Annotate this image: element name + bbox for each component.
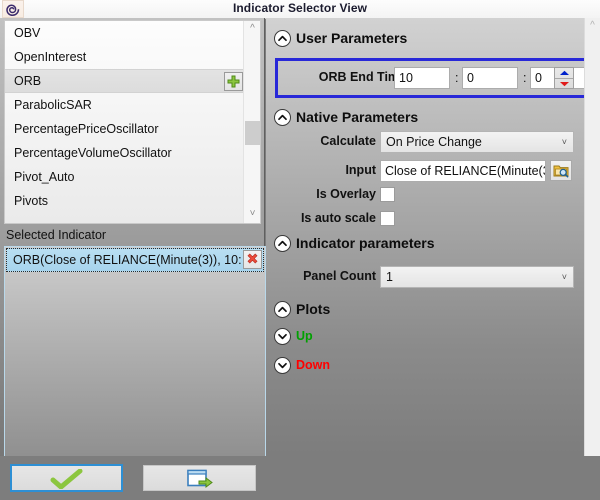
ok-button[interactable]: [10, 464, 123, 492]
list-item[interactable]: PercentageVolumeOscillator: [5, 141, 244, 165]
browse-input-button[interactable]: [550, 160, 572, 181]
plot-item-down[interactable]: Down: [274, 355, 330, 375]
input-label: Input: [345, 163, 376, 177]
calculate-dropdown[interactable]: On Price Change ˅: [380, 131, 574, 153]
chevron-up-circle-icon[interactable]: [274, 300, 291, 318]
is-auto-scale-checkbox[interactable]: [380, 211, 395, 226]
add-indicator-button[interactable]: [224, 72, 243, 91]
spinner-up-icon[interactable]: [555, 68, 573, 78]
list-item[interactable]: OBV: [5, 21, 244, 45]
red-x-icon: [247, 253, 258, 264]
chevron-down-icon: ˅: [561, 137, 567, 147]
indicator-list-rows: OBV OpenInterest ORB ParabolicSAR Percen…: [5, 21, 244, 213]
orb-time-separator-2: :: [523, 71, 527, 85]
orb-end-time-spinner[interactable]: [554, 67, 574, 89]
right-panel: User Parameters ORB End Time 10 : 0 : 0 …: [266, 18, 600, 500]
section-title: Indicator parameters: [296, 235, 435, 251]
left-panel: OBV OpenInterest ORB ParabolicSAR Percen…: [0, 18, 266, 500]
remove-indicator-button[interactable]: [243, 250, 262, 269]
list-item-label: OpenInterest: [14, 50, 87, 64]
input-field[interactable]: Close of RELIANCE(Minute(3)): [380, 160, 546, 182]
list-item-orb[interactable]: ORB: [5, 69, 244, 93]
chevron-down-icon: ˅: [561, 272, 567, 282]
selected-indicator-list[interactable]: ORB(Close of RELIANCE(Minute(3)), 10:00:…: [4, 246, 266, 470]
page-title: Indicator Selector View: [232, 1, 368, 15]
list-item-label: PercentageVolumeOscillator: [14, 146, 172, 160]
scroll-up-arrow-icon[interactable]: ^: [244, 21, 260, 38]
spinner-down-icon[interactable]: [555, 79, 573, 89]
plot-label-up: Up: [296, 329, 313, 343]
list-item[interactable]: PercentagePriceOscillator: [5, 117, 244, 141]
section-title: Native Parameters: [296, 109, 419, 125]
plot-item-up[interactable]: Up: [274, 326, 313, 346]
export-button[interactable]: [143, 465, 256, 491]
bottom-button-bar: [0, 456, 600, 500]
list-item-label: ORB: [14, 74, 42, 88]
selected-indicator-text: ORB(Close of RELIANCE(Minute(3)), 10:00:…: [13, 253, 241, 267]
calculate-value: On Price Change: [386, 135, 482, 149]
list-item[interactable]: OpenInterest: [5, 45, 244, 69]
list-item-label: PercentagePriceOscillator: [14, 122, 159, 136]
green-check-icon: [50, 469, 82, 489]
selected-indicator-item[interactable]: ORB(Close of RELIANCE(Minute(3)), 10:00:…: [6, 248, 264, 272]
list-item-label: Pivot_Auto: [14, 170, 75, 184]
list-item[interactable]: Pivots: [5, 189, 244, 213]
list-item-label: OBV: [14, 26, 41, 40]
window-export-icon: [186, 469, 213, 488]
chevron-down-circle-icon[interactable]: [274, 356, 291, 374]
is-auto-scale-label: Is auto scale: [300, 211, 376, 225]
calculate-label: Calculate: [320, 134, 376, 148]
indicator-list[interactable]: OBV OpenInterest ORB ParabolicSAR Percen…: [4, 20, 261, 224]
section-indicator-parameters-header[interactable]: Indicator parameters: [274, 233, 435, 253]
panel-count-value: 1: [386, 270, 393, 284]
panel-count-dropdown[interactable]: 1 ˅: [380, 266, 574, 288]
selected-indicator-label: Selected Indicator: [6, 228, 107, 242]
list-item[interactable]: ParabolicSAR: [5, 93, 244, 117]
right-panel-scrollbar[interactable]: ^ ˅: [584, 18, 600, 483]
indicator-selector-window: Indicator Selector View OBV OpenInterest…: [0, 0, 600, 500]
section-native-parameters-header[interactable]: Native Parameters: [274, 107, 418, 127]
is-overlay-label: Is Overlay: [316, 187, 376, 201]
chevron-up-circle-icon[interactable]: [274, 108, 291, 126]
indicator-list-scrollbar[interactable]: ^ ˅: [243, 21, 260, 223]
plot-label-down: Down: [296, 358, 331, 372]
list-item[interactable]: Pivot_Auto: [5, 165, 244, 189]
orb-end-time-hours-input[interactable]: 10: [394, 67, 450, 89]
title-bar: Indicator Selector View: [0, 0, 600, 19]
list-item-label: Pivots: [14, 194, 49, 208]
orb-end-time-label: ORB End Time: [318, 70, 406, 84]
orb-time-separator-1: :: [455, 71, 459, 85]
list-item-label: ParabolicSAR: [14, 98, 92, 112]
section-user-parameters-header[interactable]: User Parameters: [274, 28, 407, 48]
is-overlay-checkbox[interactable]: [380, 187, 395, 202]
scroll-up-arrow-icon[interactable]: ^: [585, 19, 600, 35]
section-title: User Parameters: [296, 30, 408, 46]
scroll-down-arrow-icon[interactable]: ˅: [244, 206, 260, 223]
plus-icon: [227, 75, 240, 88]
chevron-down-circle-icon[interactable]: [274, 327, 291, 345]
section-plots-header[interactable]: Plots: [274, 299, 330, 319]
section-title: Plots: [296, 301, 331, 317]
scrollbar-thumb[interactable]: [245, 121, 260, 145]
panel-count-label: Panel Count: [303, 269, 376, 283]
chevron-up-circle-icon[interactable]: [274, 29, 291, 47]
chevron-up-circle-icon[interactable]: [274, 234, 291, 252]
orb-end-time-minutes-input[interactable]: 0: [462, 67, 518, 89]
folder-search-icon: [553, 165, 569, 178]
